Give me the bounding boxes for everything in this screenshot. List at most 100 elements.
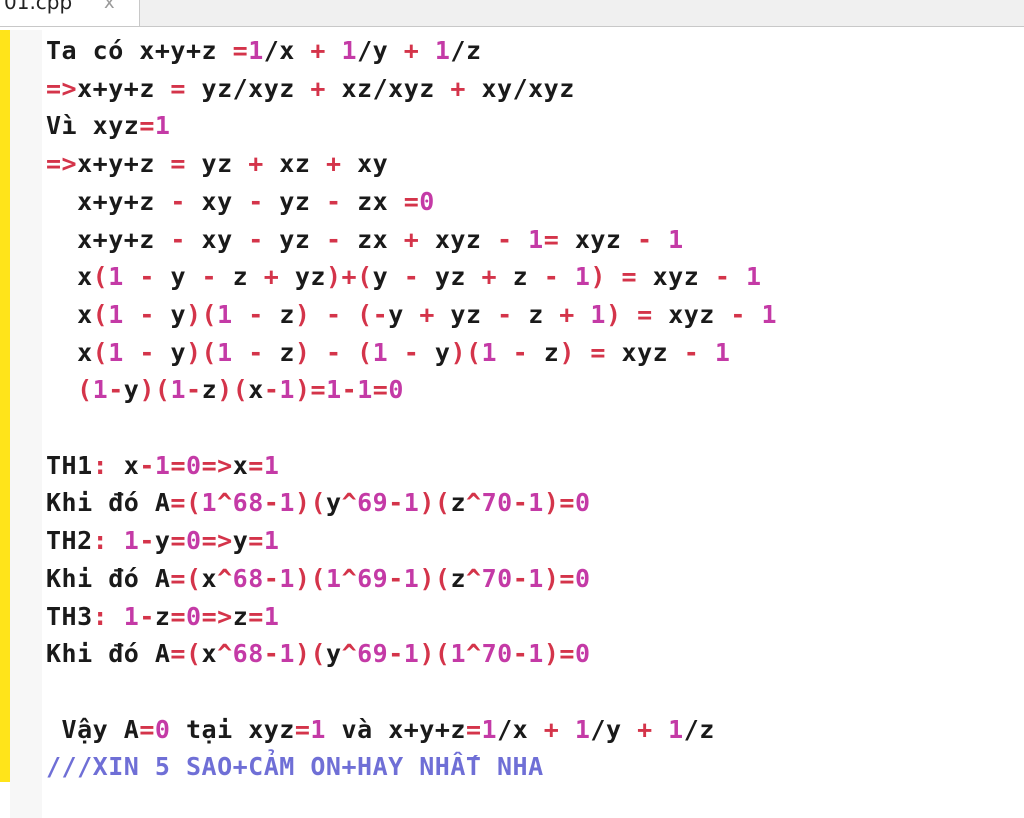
code-token: -	[637, 224, 669, 254]
code-token: =	[139, 714, 155, 744]
code-token: :	[92, 450, 124, 480]
code-token: -	[139, 299, 171, 329]
code-token: -	[170, 224, 202, 254]
code-token: )(	[419, 563, 451, 593]
code-token: +	[419, 299, 451, 329]
code-token: =>	[201, 601, 233, 631]
code-token: TH2	[46, 526, 93, 556]
code-token: -	[263, 639, 280, 669]
code-token: 1	[403, 488, 420, 518]
code-token: y	[154, 526, 171, 556]
code-token: /z	[450, 36, 482, 65]
code-token: =	[294, 714, 311, 744]
code-token: =	[170, 149, 202, 179]
code-token: z	[450, 563, 467, 593]
code-token: -	[497, 299, 529, 329]
tab-label[interactable]: 01.cpp	[4, 0, 72, 14]
code-token: yz	[434, 262, 482, 292]
code-token: -	[512, 337, 544, 367]
code-token: Ta có x+y+z	[46, 36, 233, 65]
code-token: -	[248, 337, 280, 367]
code-token: 1	[248, 36, 264, 65]
code-token: 1	[310, 714, 326, 744]
code-token: 1	[528, 563, 544, 593]
code-token: 1	[714, 337, 731, 367]
code-line: =>x+y+z = yz + xz + xy	[46, 145, 388, 183]
code-token: +	[325, 149, 358, 179]
code-line: Khi đó A=(x^68-1)(y^69-1)(1^70-1)=0	[46, 635, 591, 673]
code-token: -	[263, 375, 280, 405]
code-token: zx	[357, 186, 404, 216]
code-token: =	[248, 526, 264, 556]
code-token: -	[403, 337, 435, 367]
code-token: z	[279, 299, 295, 329]
code-token: 69	[357, 639, 389, 669]
code-token: 0	[419, 186, 435, 216]
code-token: (	[92, 299, 109, 329]
code-line: x(1 - y)(1 - z) - (-y + yz - z + 1) = xy…	[46, 296, 777, 334]
code-token: -	[341, 375, 358, 405]
code-token: )=	[543, 563, 575, 593]
code-token: x	[201, 563, 218, 593]
code-token: =	[403, 186, 420, 216]
code-token: 1	[279, 563, 295, 593]
code-token: =	[139, 111, 155, 141]
code-token: -	[139, 450, 155, 480]
code-token: 1	[403, 563, 420, 593]
code-line: Khi đó A=(1^68-1)(y^69-1)(z^70-1)=0	[46, 484, 591, 522]
code-token: -	[248, 186, 280, 216]
code-token: 1	[341, 36, 358, 65]
code-token: z	[450, 488, 467, 518]
code-token: ^	[466, 639, 482, 669]
code-token: -	[139, 526, 155, 556]
code-token: =	[543, 224, 575, 254]
code-line: Vì xyz=1	[46, 107, 170, 145]
code-token: zx	[357, 224, 404, 254]
code-token: =	[170, 450, 187, 480]
code-token: z	[279, 337, 295, 367]
code-token: )(	[139, 375, 171, 405]
code-token: =	[170, 73, 202, 103]
code-token: 1	[123, 601, 140, 631]
code-line: TH1: x-1=0=>x=1	[46, 447, 279, 485]
code-token: 1	[92, 375, 109, 405]
code-editor[interactable]: Ta có x+y+z =1/x + 1/y + 1/z =>x+y+z = yz…	[0, 30, 1024, 818]
code-token: 1	[123, 526, 140, 556]
code-token: z	[232, 262, 264, 292]
code-token: )(	[186, 299, 218, 329]
code-token: 0	[574, 563, 591, 593]
tab-file[interactable]: 01.cpp x	[0, 0, 140, 26]
code-token: 1	[372, 337, 404, 367]
code-token: (	[92, 337, 109, 367]
code-token: 1	[108, 299, 140, 329]
code-token: +	[403, 224, 435, 254]
code-line: ///XIN 5 SAO+CẢM ON+HAY NHẤT NHA	[46, 748, 544, 786]
code-token: y	[170, 337, 186, 367]
code-token: +	[263, 262, 295, 292]
code-token: 1	[481, 337, 513, 367]
code-token: -	[403, 262, 435, 292]
code-token: )(	[186, 337, 218, 367]
code-token: )(	[294, 639, 326, 669]
tab-bar: 01.cpp x	[0, 0, 1024, 27]
code-token: ) - (	[294, 337, 373, 367]
code-token: tại xyz	[170, 714, 295, 744]
code-token: x	[123, 450, 140, 480]
code-token: ) =	[590, 262, 653, 292]
code-token: z	[201, 375, 218, 405]
close-icon[interactable]: x	[104, 0, 115, 13]
code-token: =(	[170, 639, 202, 669]
code-token: 1	[279, 639, 295, 669]
code-token: 1	[403, 639, 420, 669]
code-token: :	[92, 526, 124, 556]
code-token: -	[170, 186, 202, 216]
code-line: TH2: 1-y=0=>y=1	[46, 522, 279, 560]
code-token: yz	[279, 224, 326, 254]
code-token: ^	[341, 488, 358, 518]
code-token: +	[310, 73, 342, 103]
code-token: -	[512, 488, 529, 518]
code-token: 68	[232, 488, 264, 518]
code-token: Vì xyz	[46, 111, 140, 141]
code-line: TH3: 1-z=0=>z=1	[46, 598, 279, 636]
code-token: ^	[341, 639, 358, 669]
